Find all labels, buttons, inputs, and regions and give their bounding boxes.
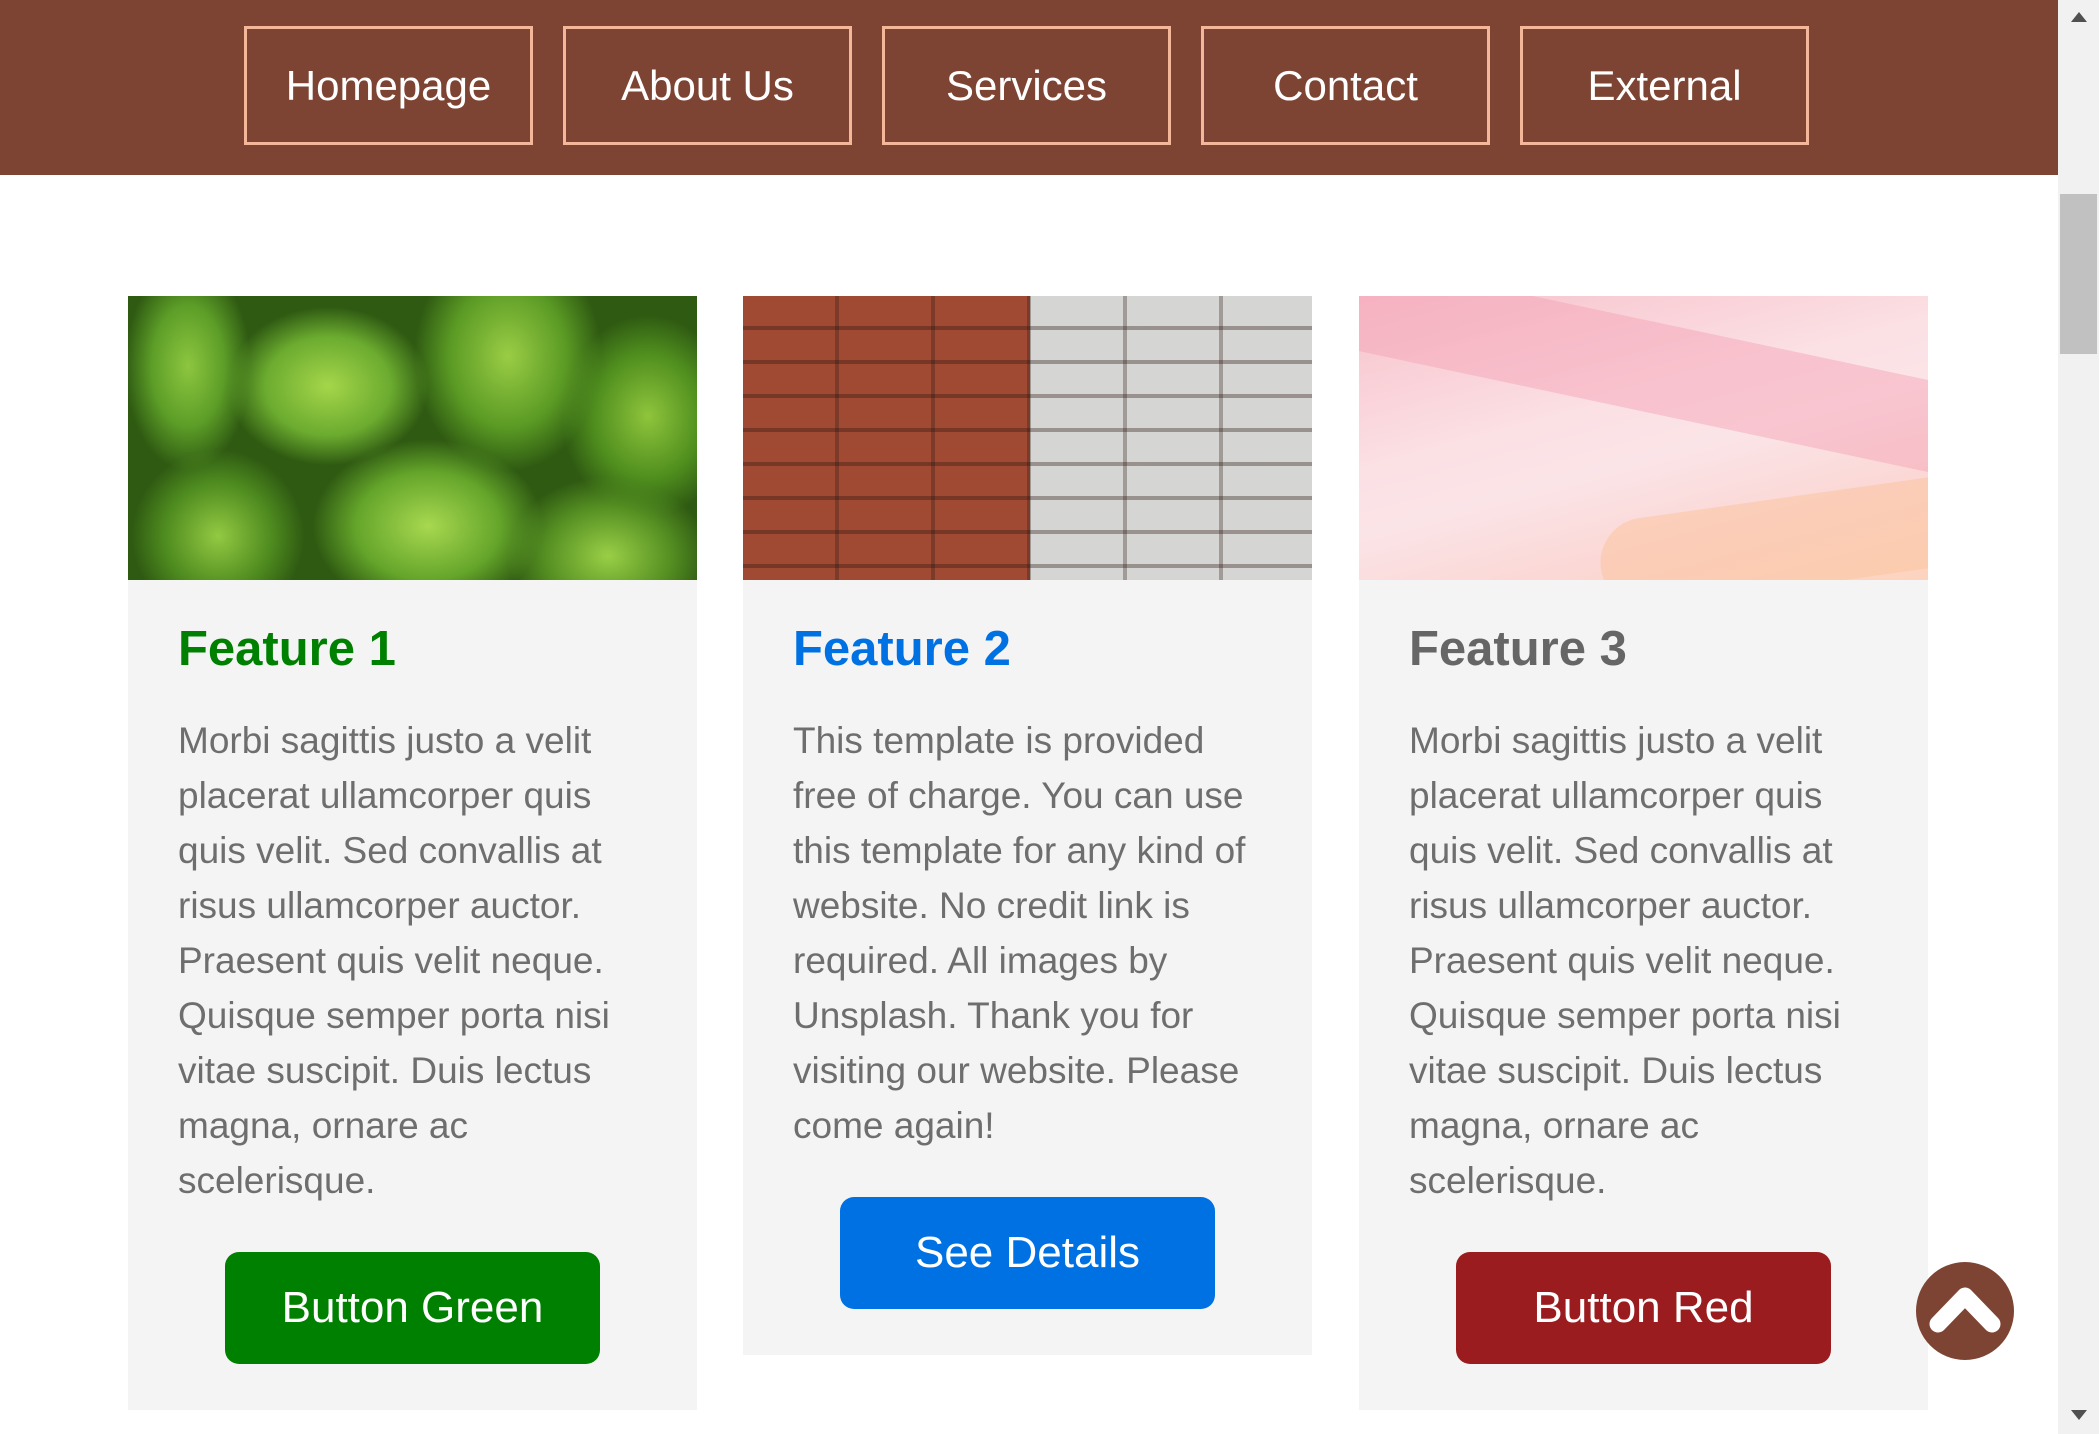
card-title: Feature 3 <box>1409 622 1627 676</box>
chevron-up-icon <box>1929 1287 2001 1333</box>
card-text: Morbi sagittis justo a velit placerat ul… <box>178 719 610 1201</box>
feature-card-2: Feature 2 This template is provided free… <box>743 296 1312 1355</box>
nav-homepage[interactable]: Homepage <box>244 26 533 145</box>
button-green[interactable]: Button Green <box>225 1251 600 1364</box>
vertical-scrollbar[interactable] <box>2058 0 2099 1434</box>
nav-contact[interactable]: Contact <box>1201 26 1490 145</box>
feature-card-3: Feature 3 Morbi sagittis justo a velit p… <box>1359 296 1928 1410</box>
feature-card-1: Feature 1 Morbi sagittis justo a velit p… <box>128 296 697 1410</box>
see-details-button[interactable]: See Details <box>840 1196 1215 1309</box>
card-text: Morbi sagittis justo a velit placerat ul… <box>1409 719 1841 1201</box>
button-red[interactable]: Button Red <box>1456 1251 1831 1364</box>
top-navbar: Homepage About Us Services Contact Exter… <box>0 0 2058 175</box>
nav-external[interactable]: External <box>1520 26 1809 145</box>
scroll-down-arrow-icon[interactable] <box>2071 1410 2087 1420</box>
card-title: Feature 2 <box>793 622 1011 676</box>
nav-services[interactable]: Services <box>882 26 1171 145</box>
scroll-up-arrow-icon[interactable] <box>2071 12 2087 22</box>
nav-about-us[interactable]: About Us <box>563 26 852 145</box>
back-to-top-button[interactable] <box>1916 1262 2014 1360</box>
card-title: Feature 1 <box>178 622 396 676</box>
card-text: This template is provided free of charge… <box>793 719 1246 1146</box>
scrollbar-thumb[interactable] <box>2060 194 2097 354</box>
card-image-brick-wall <box>743 296 1312 580</box>
card-image-pink-watercolor <box>1359 296 1928 580</box>
card-image-leaves <box>128 296 697 580</box>
